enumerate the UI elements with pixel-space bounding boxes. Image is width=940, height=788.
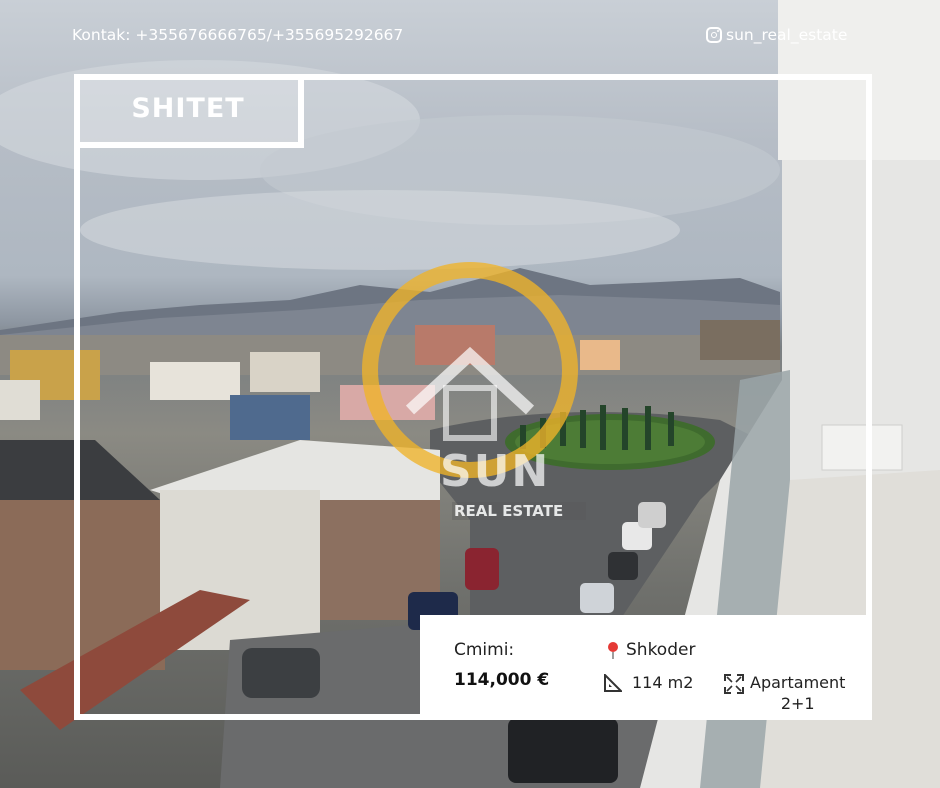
area-text: 114 m2 [632,673,694,692]
ruler-triangle-icon [604,673,622,692]
listing-info-card: Cmimi: 114,000 € Shkoder 114 m2 Apartame… [420,615,866,714]
instagram-icon [706,27,722,43]
instagram-link[interactable]: sun_real_estate [706,26,847,44]
sale-tag-label: SHITET [131,93,245,124]
price-label: Cmimi: [454,640,515,660]
type-line-2: 2+1 [780,694,815,713]
price-value: 114,000 € [454,670,550,690]
type-line-1: Apartament [750,673,846,692]
listing-banner: SUN REAL ESTATE SHITET Kontak: +35567666… [0,0,940,788]
location: Shkoder [606,640,695,660]
expand-icon [724,674,744,694]
area: 114 m2 [604,673,693,692]
map-pin-icon [608,642,618,659]
contact-phone-text: Kontak: +355676666765/+355695292667 [72,26,404,44]
instagram-handle: sun_real_estate [726,26,848,44]
property-type: Apartament 2+1 [724,672,845,714]
location-text: Shkoder [626,640,696,660]
